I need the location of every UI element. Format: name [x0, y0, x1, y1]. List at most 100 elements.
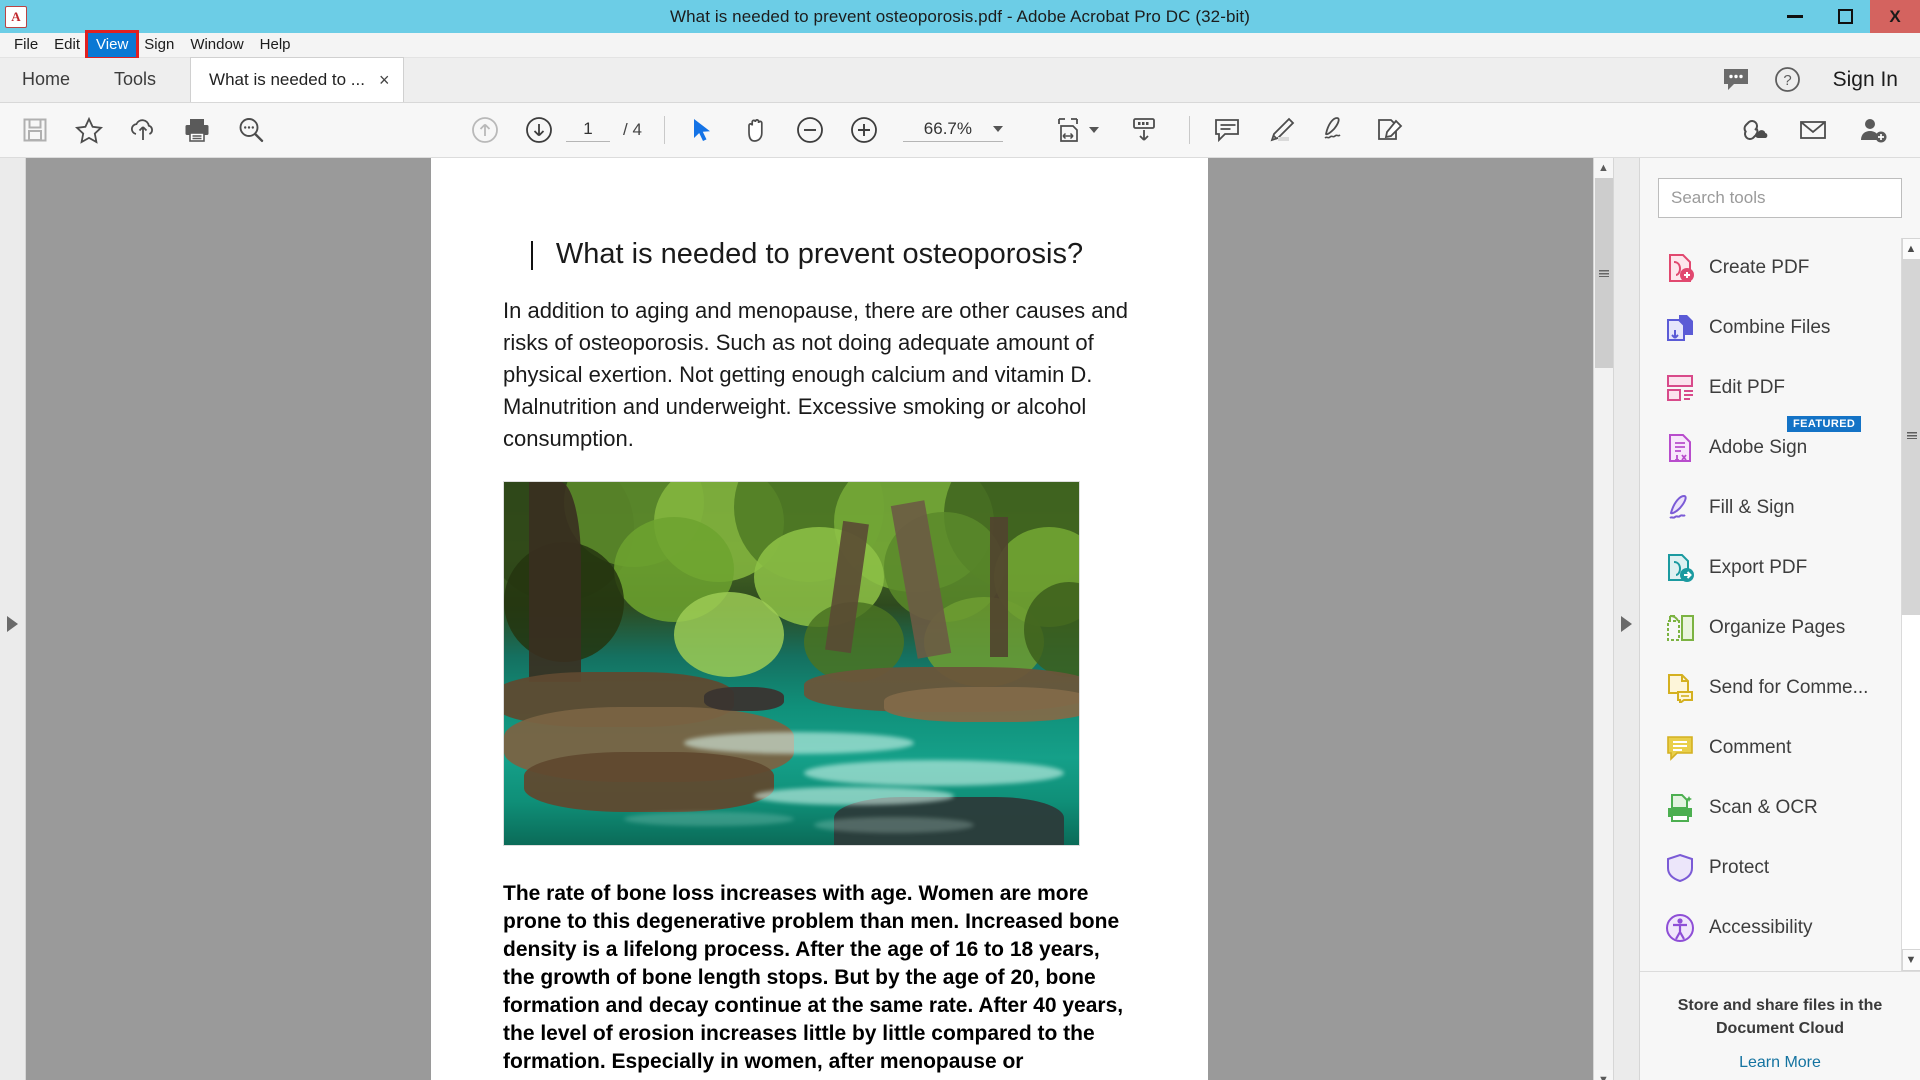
menu-item-file[interactable]: File: [6, 33, 46, 57]
document-heading: What is needed to prevent osteoporosis?: [503, 238, 1136, 271]
select-tool-button[interactable]: [675, 107, 729, 153]
tool-label: Edit PDF: [1709, 377, 1786, 398]
page-number-input[interactable]: 1: [566, 119, 610, 142]
tool-item-organize-pages[interactable]: Organize Pages: [1640, 598, 1920, 658]
scroll-up-button[interactable]: ▲: [1593, 158, 1613, 178]
tool-label: Combine Files: [1709, 317, 1831, 338]
learn-more-link[interactable]: Learn More: [1666, 1054, 1894, 1072]
add-comment-button[interactable]: [1200, 107, 1254, 153]
menu-item-window[interactable]: Window: [182, 33, 251, 57]
toolbar-divider-2: [1188, 116, 1190, 144]
comment-bubble-icon[interactable]: [1722, 67, 1750, 93]
zoom-level-dropdown[interactable]: 66.7%: [902, 119, 1003, 142]
next-page-button[interactable]: [512, 107, 566, 153]
pdf-page[interactable]: What is needed to prevent osteoporosis? …: [431, 158, 1208, 1080]
tab-home[interactable]: Home: [0, 57, 92, 102]
adobe-sign-icon: [1665, 433, 1695, 463]
tab-close-icon[interactable]: ×: [379, 71, 390, 89]
print-button[interactable]: [170, 107, 224, 153]
scan-ocr-icon: [1665, 793, 1695, 823]
email-button[interactable]: [1786, 107, 1840, 153]
sign-in-button[interactable]: Sign In: [1833, 68, 1898, 92]
pen-signature-icon: [1324, 117, 1341, 139]
minimize-button[interactable]: [1770, 0, 1820, 33]
tool-item-combine-files[interactable]: Combine Files: [1640, 298, 1920, 358]
tool-label: Export PDF: [1709, 557, 1808, 578]
hand-tool-button[interactable]: [729, 107, 783, 153]
print-icon: [185, 119, 209, 142]
toolbar-view-group: 66.7%: [675, 107, 1003, 153]
save-disk-icon: [23, 118, 47, 142]
tools-scroll-thumb[interactable]: [1902, 260, 1920, 615]
title-bar: A What is needed to prevent osteoporosis…: [0, 0, 1920, 33]
viewer-scroll-thumb[interactable]: [1595, 178, 1613, 368]
triangle-right-icon[interactable]: [1621, 616, 1632, 632]
tools-scroll-down-button[interactable]: ▼: [1901, 949, 1920, 971]
scroll-down-button[interactable]: ▼: [1593, 1070, 1613, 1080]
tool-item-protect[interactable]: Protect: [1640, 838, 1920, 898]
plus-circle-icon: [851, 117, 877, 143]
draw-signature-button[interactable]: [1308, 107, 1362, 153]
promo-text: Store and share files in the Document Cl…: [1677, 997, 1883, 1037]
right-expand-rail[interactable]: [1613, 158, 1639, 1080]
tool-item-scan-and-ocr[interactable]: Scan & OCR: [1640, 778, 1920, 838]
maximize-button[interactable]: [1820, 0, 1870, 33]
fit-page-button[interactable]: [1041, 107, 1095, 153]
tool-item-accessibility[interactable]: Accessibility: [1640, 898, 1920, 958]
tool-item-send-for-comments[interactable]: Send for Comme...: [1640, 658, 1920, 718]
tool-item-export-pdf[interactable]: Export PDF: [1640, 538, 1920, 598]
bookmark-button[interactable]: [62, 107, 116, 153]
previous-page-button[interactable]: [458, 107, 512, 153]
share-link-button[interactable]: [1726, 107, 1780, 153]
viewer-scrollbar[interactable]: ▲ ▼: [1593, 158, 1613, 1080]
tools-panel: Create PDF Combine Files: [1639, 158, 1920, 1080]
tool-item-comment[interactable]: Comment: [1640, 718, 1920, 778]
forest-river-photo: [503, 481, 1080, 846]
search-button[interactable]: [224, 107, 278, 153]
tool-item-fill-and-sign[interactable]: Fill & Sign: [1640, 478, 1920, 538]
organize-pages-icon: [1665, 613, 1695, 643]
zoom-out-button[interactable]: [783, 107, 837, 153]
tool-label: Send for Comme...: [1709, 677, 1869, 698]
search-tools-box[interactable]: [1658, 178, 1902, 218]
hand-icon: [748, 119, 763, 142]
restore-icon: [1837, 9, 1853, 24]
accessibility-icon: [1665, 913, 1695, 943]
toolbar-annotate-group: [1200, 107, 1416, 153]
menu-item-view[interactable]: View: [85, 30, 140, 60]
toolbar-divider: [663, 116, 665, 144]
main-toolbar: 1 / 4 66.7%: [0, 103, 1920, 158]
help-circle-icon[interactable]: ?: [1774, 66, 1801, 93]
close-button[interactable]: X: [1870, 0, 1920, 33]
save-button[interactable]: [8, 107, 62, 153]
add-person-button[interactable]: [1846, 107, 1900, 153]
minimize-icon: [1787, 15, 1803, 18]
triangle-right-icon[interactable]: [7, 616, 18, 632]
tool-item-create-pdf[interactable]: Create PDF: [1640, 238, 1920, 298]
arrow-down-circle-icon: [526, 117, 552, 143]
fit-chevron-down-icon[interactable]: [1088, 127, 1099, 133]
zoom-in-button[interactable]: [837, 107, 891, 153]
highlight-button[interactable]: [1254, 107, 1308, 153]
arrow-up-circle-icon: [472, 117, 498, 143]
fill-sign-icon: [1665, 493, 1695, 523]
tools-scrollbar[interactable]: ▲ ▼: [1901, 238, 1920, 971]
search-tools-input[interactable]: [1671, 188, 1889, 208]
menu-item-edit[interactable]: Edit: [46, 33, 88, 57]
menu-bar: File Edit View Sign Window Help: [0, 30, 1920, 60]
upload-cloud-button[interactable]: [116, 107, 170, 153]
tab-document[interactable]: What is needed to ... ×: [190, 57, 405, 102]
menu-item-help[interactable]: Help: [252, 33, 299, 57]
export-pdf-icon: [1665, 553, 1695, 583]
menu-item-sign[interactable]: Sign: [136, 33, 182, 57]
tab-strip: Home Tools What is needed to ... × ? Sig…: [0, 57, 1920, 103]
tool-item-edit-pdf[interactable]: Edit PDF: [1640, 358, 1920, 418]
scroll-mode-button[interactable]: [1117, 107, 1171, 153]
tool-item-adobe-sign[interactable]: Adobe Sign FEATURED: [1640, 416, 1920, 478]
left-navigation-rail[interactable]: [0, 158, 26, 1080]
tab-tools[interactable]: Tools: [92, 57, 178, 102]
fill-and-sign-button[interactable]: [1362, 107, 1416, 153]
document-viewer[interactable]: What is needed to prevent osteoporosis? …: [26, 158, 1613, 1080]
tool-label: Create PDF: [1709, 257, 1810, 278]
tools-scroll-up-button[interactable]: ▲: [1901, 238, 1920, 260]
